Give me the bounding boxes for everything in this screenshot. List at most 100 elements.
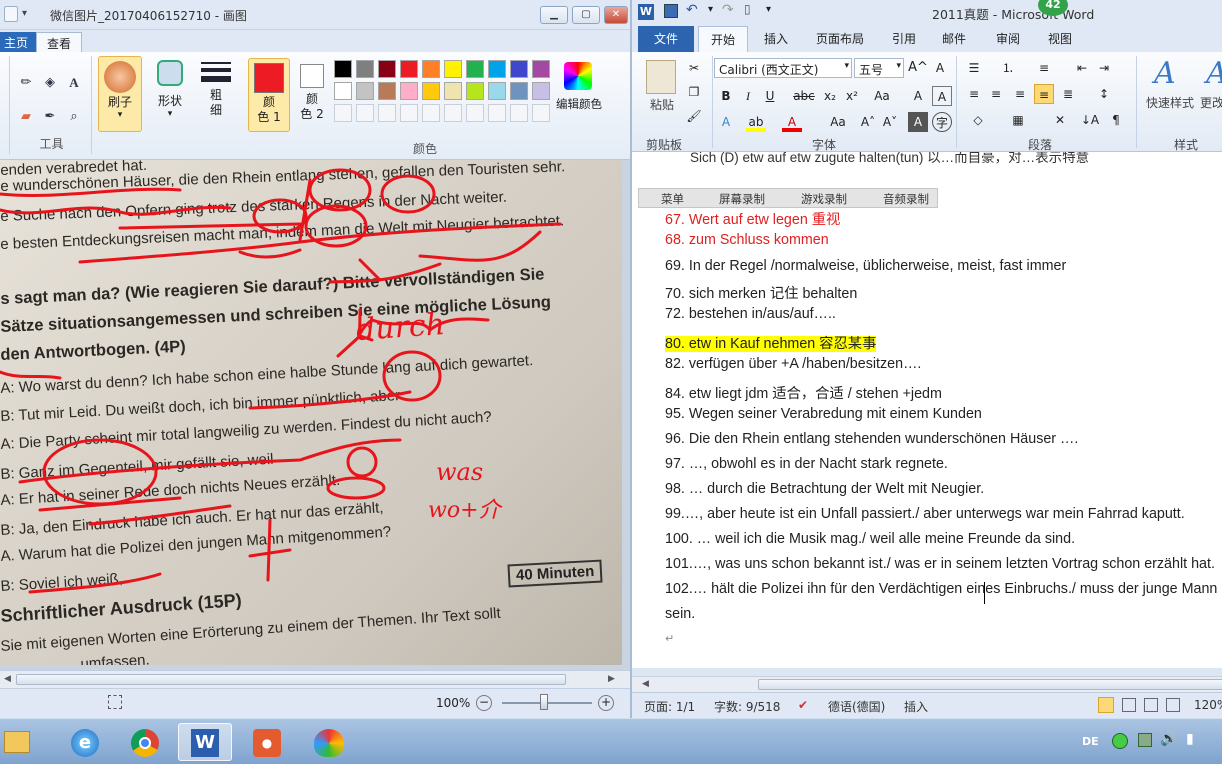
- palette-swatch[interactable]: [488, 60, 506, 78]
- tab-insert[interactable]: 插入: [752, 26, 800, 52]
- word-icon[interactable]: W: [178, 723, 232, 761]
- custom-color-slot[interactable]: [356, 104, 374, 122]
- color1-button[interactable]: 颜 色 1: [248, 58, 290, 132]
- justify-icon[interactable]: ≡: [1034, 84, 1054, 104]
- zoom-level[interactable]: 120%: [1194, 698, 1222, 712]
- paint-horizontal-scrollbar[interactable]: ◀ ▶: [0, 670, 630, 688]
- char-border-icon[interactable]: A: [932, 86, 952, 106]
- zoom-slider-thumb[interactable]: [540, 694, 548, 710]
- align-center-icon[interactable]: ≡: [986, 84, 1006, 104]
- palette-swatch[interactable]: [444, 82, 462, 100]
- format-painter-icon[interactable]: 🖌: [684, 106, 704, 126]
- pencil-icon[interactable]: ✏: [16, 72, 36, 92]
- tab-view[interactable]: 视图: [1036, 26, 1084, 52]
- paste-label[interactable]: 粘贴: [650, 96, 674, 113]
- font-size-select[interactable]: 五号 ▾: [854, 58, 904, 78]
- zoom-in-button[interactable]: +: [598, 695, 614, 711]
- zoom-out-button[interactable]: −: [476, 695, 492, 711]
- tray-app-icon[interactable]: [1138, 733, 1152, 747]
- tab-review[interactable]: 审阅: [984, 26, 1032, 52]
- subscript-button[interactable]: x₂: [820, 86, 840, 106]
- network-tray-icon[interactable]: [1112, 733, 1128, 749]
- highlight-color-icon[interactable]: ab: [746, 112, 766, 132]
- superscript-button[interactable]: x²: [842, 86, 862, 106]
- grow-font-icon[interactable]: A^: [908, 58, 928, 78]
- close-button[interactable]: ✕: [604, 6, 628, 24]
- custom-color-slot[interactable]: [334, 104, 352, 122]
- palette-swatch[interactable]: [378, 60, 396, 78]
- custom-color-slot[interactable]: [422, 104, 440, 122]
- palette-swatch[interactable]: [356, 60, 374, 78]
- tab-home[interactable]: 主页: [0, 32, 39, 52]
- minimize-button[interactable]: ▁: [540, 6, 568, 24]
- char-shading-icon[interactable]: Aa: [828, 112, 848, 132]
- custom-color-slot[interactable]: [378, 104, 396, 122]
- palette-swatch[interactable]: [510, 82, 528, 100]
- outline-icon[interactable]: [1166, 698, 1180, 712]
- undo-dropdown-icon[interactable]: ▾: [708, 4, 713, 15]
- custom-color-slot[interactable]: [466, 104, 484, 122]
- palette-swatch[interactable]: [378, 82, 396, 100]
- scroll-thumb[interactable]: [16, 674, 566, 685]
- recorder-screen[interactable]: 屏幕录制: [719, 191, 765, 207]
- palette-swatch[interactable]: [422, 82, 440, 100]
- color-picker-icon[interactable]: ✒: [40, 106, 60, 126]
- paste-icon[interactable]: [646, 60, 676, 94]
- recorder-game[interactable]: 游戏录制: [801, 191, 847, 207]
- redo-icon[interactable]: ↷: [722, 2, 734, 18]
- change-styles-label[interactable]: 更改: [1200, 94, 1222, 111]
- full-screen-icon[interactable]: [1122, 698, 1136, 712]
- strikethrough-button[interactable]: abc: [792, 86, 816, 106]
- palette-swatch[interactable]: [422, 60, 440, 78]
- shrink-font-icon[interactable]: A˅: [880, 112, 900, 132]
- italic-button[interactable]: I: [738, 86, 758, 106]
- scroll-thumb[interactable]: [758, 679, 1222, 690]
- color2-button[interactable]: 颜 色 2: [294, 58, 330, 132]
- tab-mailings[interactable]: 邮件: [930, 26, 978, 52]
- tab-file[interactable]: 文件: [638, 26, 695, 52]
- copy-icon[interactable]: ❐: [684, 82, 704, 102]
- char-shading-a-icon[interactable]: A: [908, 112, 928, 132]
- paint-canvas-area[interactable]: enden verabredet hat. e wunderschönen Hä…: [0, 160, 630, 670]
- multilevel-list-icon[interactable]: ≡: [1034, 58, 1054, 78]
- palette-swatch[interactable]: [334, 82, 352, 100]
- increase-indent-icon[interactable]: ⇥: [1094, 58, 1114, 78]
- magnifier-icon[interactable]: ⌕: [64, 106, 84, 126]
- undo-icon[interactable]: ↶: [686, 2, 698, 18]
- grow-font-2-icon[interactable]: A˄: [858, 112, 878, 132]
- signal-icon[interactable]: ▮: [1186, 731, 1194, 747]
- custom-color-slot[interactable]: [488, 104, 506, 122]
- proofing-icon[interactable]: ✔: [798, 698, 808, 712]
- customize-quick-access-icon[interactable]: ▾: [766, 4, 771, 15]
- change-case-icon[interactable]: Aa: [872, 86, 892, 106]
- document-page[interactable]: Sich (D) etw auf etw zugute halten(tun) …: [632, 152, 1222, 668]
- distributed-icon[interactable]: ≣: [1058, 84, 1078, 104]
- word-count[interactable]: 字数: 9/518: [714, 698, 780, 715]
- text-effects-icon[interactable]: A: [716, 112, 736, 132]
- save-icon[interactable]: [664, 4, 678, 18]
- align-left-icon[interactable]: ≡: [964, 84, 984, 104]
- ie-icon[interactable]: e: [58, 723, 112, 761]
- tab-home[interactable]: 开始: [698, 26, 749, 52]
- quick-styles-icon[interactable]: A: [1154, 56, 1176, 91]
- tab-page-layout[interactable]: 页面布局: [804, 26, 876, 52]
- decrease-indent-icon[interactable]: ⇤: [1072, 58, 1092, 78]
- clear-format-icon[interactable]: A: [930, 58, 950, 78]
- recorder-menu[interactable]: 菜单: [661, 191, 684, 207]
- tab-view[interactable]: 查看: [36, 32, 83, 52]
- palette-swatch[interactable]: [532, 60, 550, 78]
- numbering-icon[interactable]: ⒈: [998, 58, 1018, 78]
- bullets-icon[interactable]: ☰: [964, 58, 984, 78]
- highlight-aa-icon[interactable]: A: [908, 86, 928, 106]
- palette-swatch[interactable]: [488, 82, 506, 100]
- bold-button[interactable]: B: [716, 86, 736, 106]
- sort-icon[interactable]: ↓A: [1080, 110, 1100, 130]
- quick-styles-label[interactable]: 快速样式: [1146, 94, 1194, 111]
- palette-swatch[interactable]: [466, 82, 484, 100]
- paint-icon[interactable]: [302, 723, 356, 761]
- custom-color-slot[interactable]: [444, 104, 462, 122]
- palette-swatch[interactable]: [400, 60, 418, 78]
- size-button[interactable]: 粗 细: [196, 58, 236, 132]
- recorder-audio[interactable]: 音频录制: [883, 191, 929, 207]
- word-horizontal-scrollbar[interactable]: ◀: [632, 676, 1222, 692]
